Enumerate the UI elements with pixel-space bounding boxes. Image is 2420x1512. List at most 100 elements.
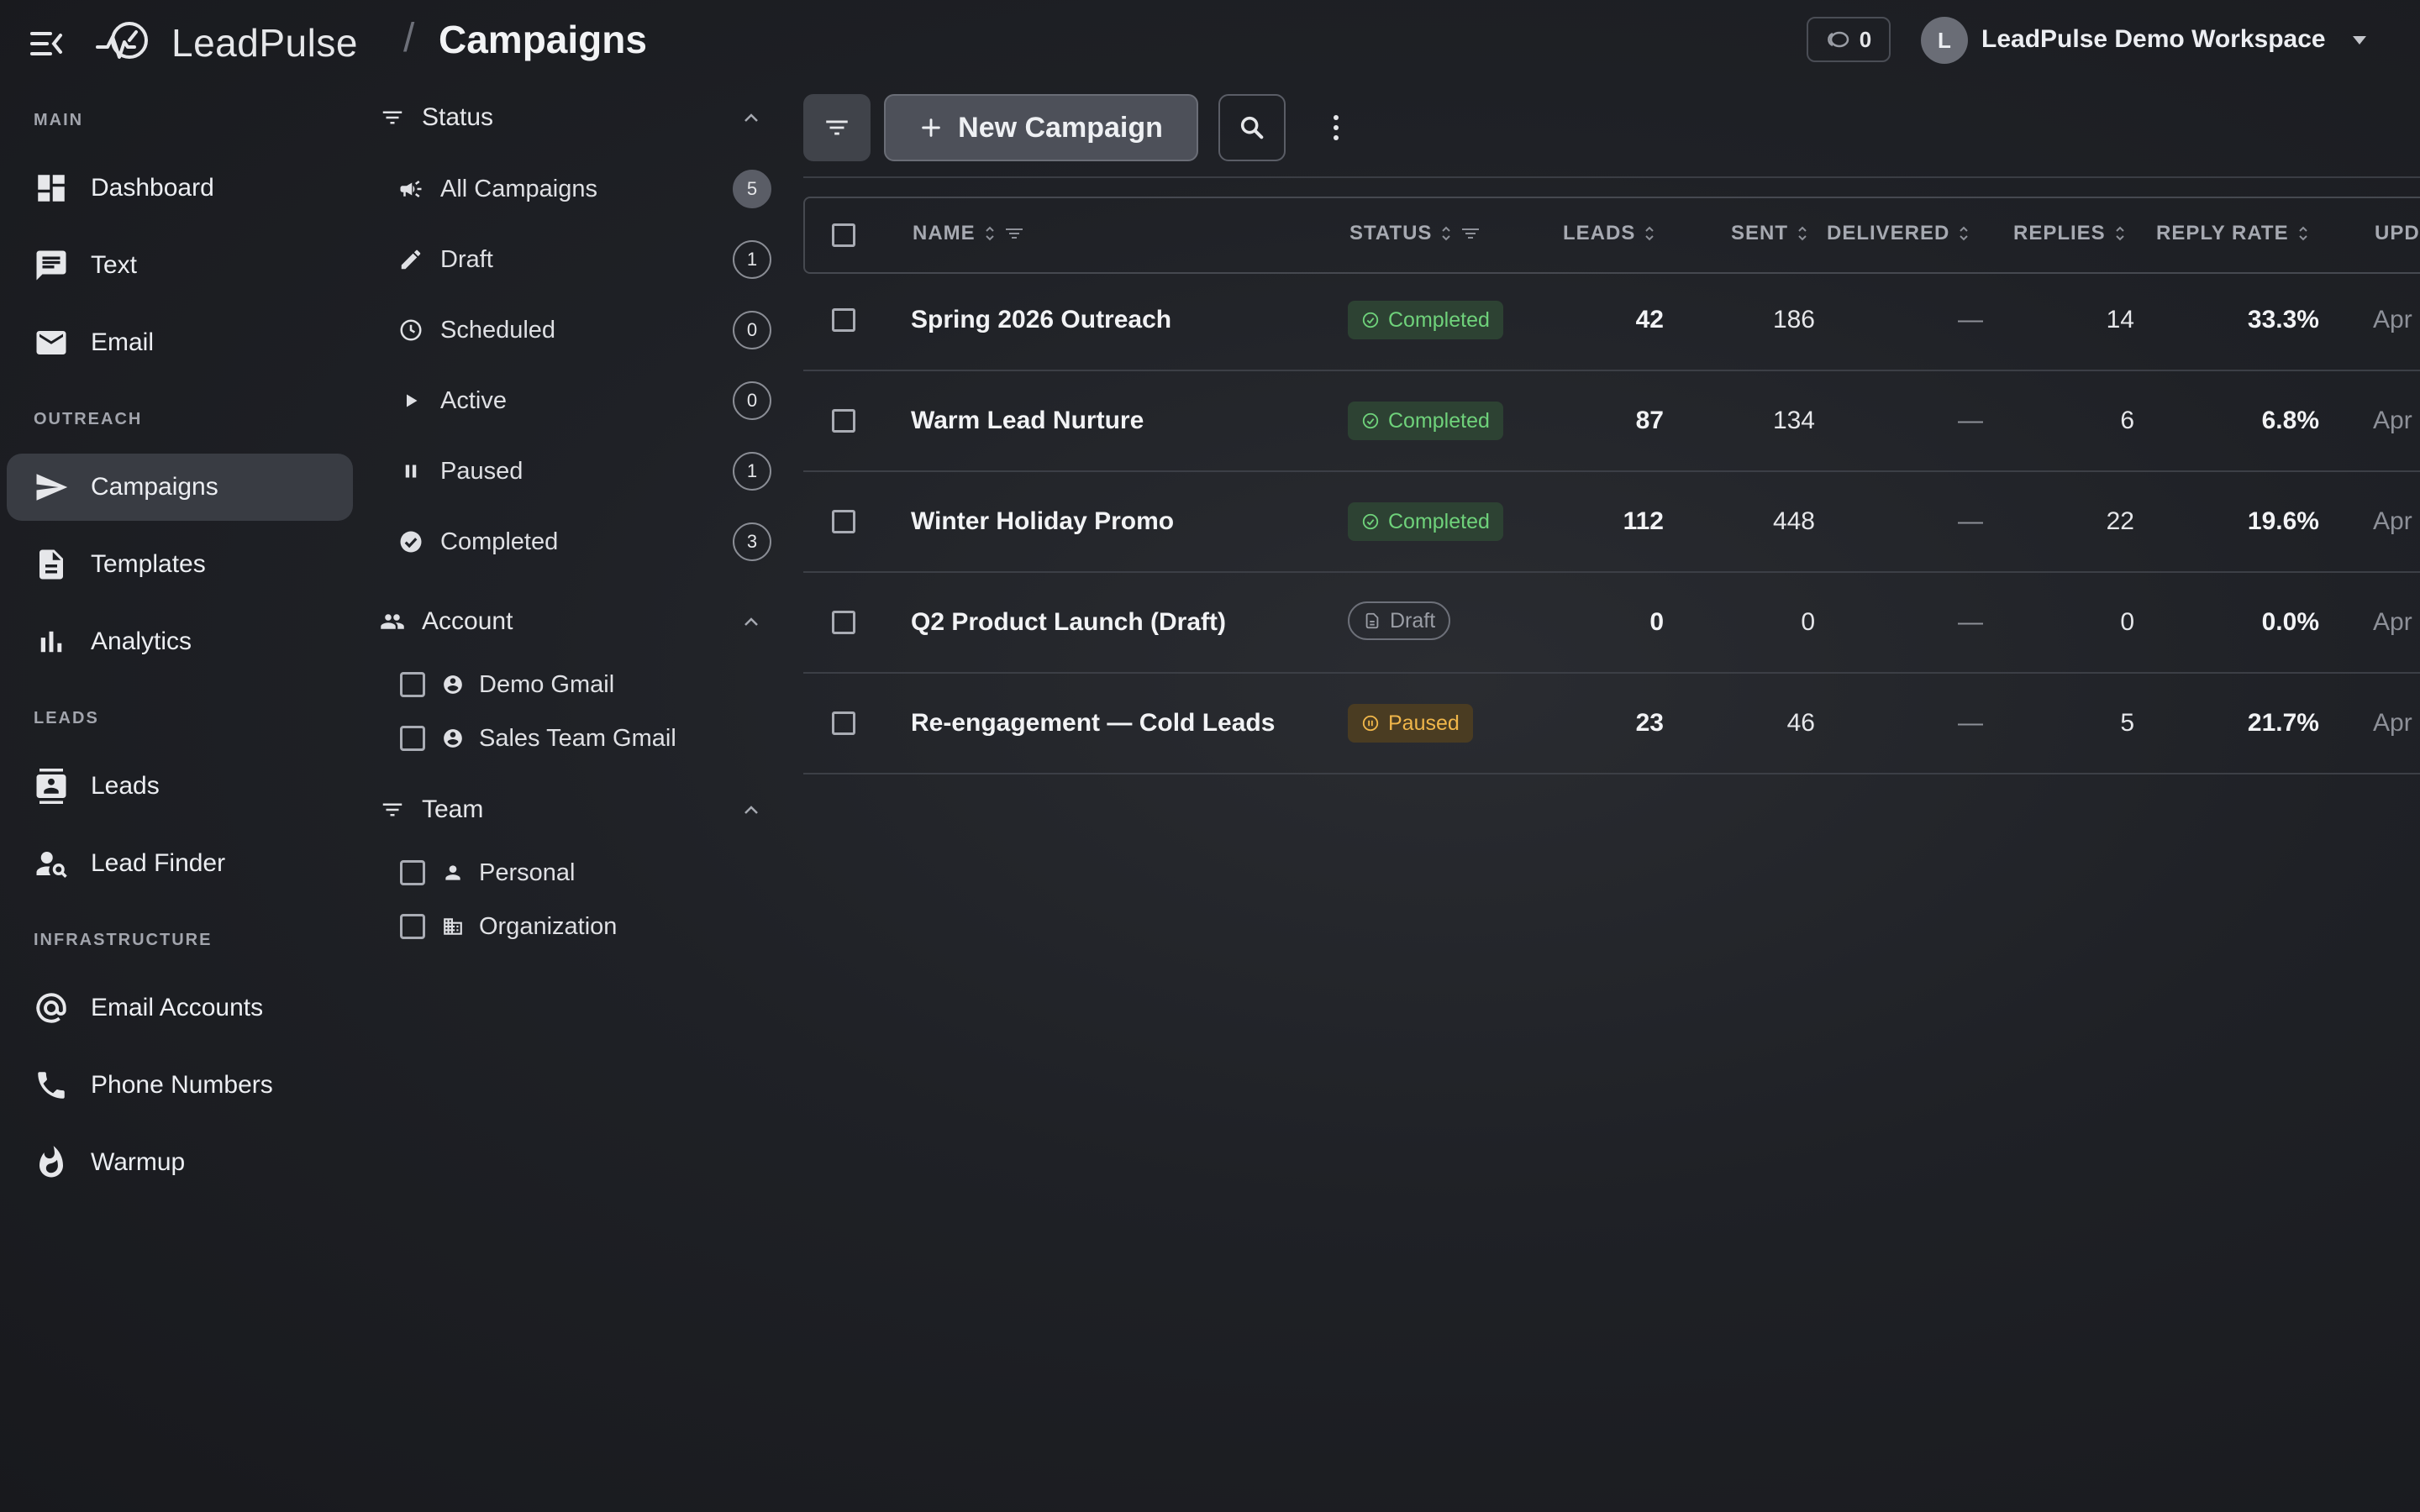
chevron-up-icon[interactable]	[741, 615, 761, 628]
column-header-name[interactable]: NAME	[913, 222, 1024, 245]
row-checkbox[interactable]	[832, 711, 855, 735]
sort-icon[interactable]	[2114, 224, 2126, 243]
updated-date: Apr	[2373, 407, 2412, 434]
status-badge: Paused	[1348, 704, 1473, 743]
campaign-name[interactable]: Winter Holiday Promo	[911, 507, 1174, 536]
more-vertical-icon[interactable]	[1324, 113, 1348, 143]
replies-count: 5	[2120, 709, 2134, 737]
row-checkbox[interactable]	[832, 510, 855, 533]
dashboard-icon	[34, 171, 69, 206]
replies-count: 0	[2120, 608, 2134, 636]
team-filter-label: Personal	[479, 858, 576, 886]
row-checkbox[interactable]	[832, 409, 855, 433]
count-badge: 5	[733, 170, 771, 208]
credits-count: 0	[1859, 26, 1872, 52]
sidebar-item-lead-finder[interactable]: Lead Finder	[7, 830, 353, 897]
check-circle-outline-icon	[1361, 512, 1380, 531]
sort-icon[interactable]	[1644, 224, 1655, 243]
delivered-count: —	[1958, 507, 1983, 535]
column-header-leads[interactable]: LEADS	[1563, 222, 1655, 245]
status-filter-draft[interactable]: Draft 1	[398, 234, 771, 285]
row-checkbox[interactable]	[832, 611, 855, 634]
column-header-status[interactable]: STATUS	[1349, 222, 1481, 245]
workspace-selector[interactable]: LeadPulse Demo Workspace	[1981, 25, 2326, 54]
bar-chart-icon	[34, 624, 69, 659]
account-filter-sales-team-gmail[interactable]: Sales Team Gmail	[400, 717, 770, 759]
campaign-name[interactable]: Q2 Product Launch (Draft)	[911, 608, 1226, 637]
column-filter-icon[interactable]	[1460, 225, 1481, 242]
filter-section-status[interactable]: Status	[380, 97, 775, 139]
checkbox[interactable]	[400, 914, 425, 939]
team-filter-organization[interactable]: Organization	[400, 906, 770, 948]
avatar[interactable]: L	[1921, 17, 1968, 64]
sidebar-item-label: Text	[91, 251, 138, 279]
filter-section-team[interactable]: Team	[380, 789, 775, 831]
column-header-reply-rate[interactable]: REPLY RATE	[2156, 222, 2309, 245]
column-header-updated[interactable]: UPD	[2375, 222, 2420, 245]
section-label-main: MAIN	[34, 111, 84, 129]
team-filter-personal[interactable]: Personal	[400, 852, 770, 894]
chevron-up-icon[interactable]	[741, 111, 761, 124]
credits-badge[interactable]: 0	[1807, 17, 1891, 62]
sidebar-item-label: Lead Finder	[91, 849, 226, 877]
document-icon	[34, 547, 69, 582]
coins-icon	[1826, 31, 1849, 48]
sidebar-item-analytics[interactable]: Analytics	[7, 608, 353, 675]
plus-icon	[919, 116, 943, 139]
search-button[interactable]	[1218, 94, 1286, 161]
sidebar-item-leads[interactable]: Leads	[7, 753, 353, 820]
status-filter-paused[interactable]: Paused 1	[398, 446, 771, 496]
status-filter-completed[interactable]: Completed 3	[398, 517, 771, 567]
checkbox[interactable]	[400, 860, 425, 885]
status-badge: Completed	[1348, 301, 1503, 339]
campaign-name[interactable]: Warm Lead Nurture	[911, 407, 1144, 435]
column-header-sent[interactable]: SENT	[1731, 222, 1808, 245]
sort-icon[interactable]	[984, 224, 996, 243]
sort-icon[interactable]	[1797, 224, 1808, 243]
sidebar-item-email-accounts[interactable]: Email Accounts	[7, 974, 353, 1042]
caret-down-icon[interactable]	[2349, 34, 2370, 47]
sidebar-item-templates[interactable]: Templates	[7, 531, 353, 598]
campaign-name[interactable]: Re-engagement — Cold Leads	[911, 709, 1275, 738]
status-filter-all-campaigns[interactable]: All Campaigns 5	[398, 164, 771, 214]
sent-count: 134	[1772, 407, 1815, 434]
sidebar-item-warmup[interactable]: Warmup	[7, 1129, 353, 1196]
sidebar-item-email[interactable]: Email	[7, 309, 353, 376]
chevron-up-icon[interactable]	[741, 803, 761, 816]
checkbox[interactable]	[400, 726, 425, 751]
sent-count: 46	[1786, 709, 1815, 737]
checkbox[interactable]	[400, 672, 425, 697]
toggle-filters-button[interactable]	[803, 94, 871, 161]
account-filter-label: Demo Gmail	[479, 670, 615, 698]
updated-date: Apr	[2373, 608, 2412, 636]
status-filter-scheduled[interactable]: Scheduled 0	[398, 305, 771, 355]
account-filter-demo-gmail[interactable]: Demo Gmail	[400, 664, 770, 706]
sidebar-item-text[interactable]: Text	[7, 232, 353, 299]
filter-section-account[interactable]: Account	[380, 601, 775, 643]
sidebar-item-dashboard[interactable]: Dashboard	[7, 155, 353, 222]
sidebar-item-campaigns[interactable]: Campaigns	[7, 454, 353, 521]
leads-count: 87	[1635, 407, 1664, 434]
menu-toggle-icon[interactable]	[30, 29, 64, 59]
person-icon	[442, 862, 464, 884]
reply-rate: 6.8%	[2261, 407, 2319, 434]
column-filter-icon[interactable]	[1004, 225, 1024, 242]
sidebar-item-label: Campaigns	[91, 473, 218, 501]
sidebar-item-label: Dashboard	[91, 174, 214, 202]
sort-icon[interactable]	[2297, 224, 2309, 243]
column-header-delivered[interactable]: DELIVERED	[1827, 222, 1970, 245]
filter-section-title: Status	[422, 103, 494, 131]
campaign-name[interactable]: Spring 2026 Outreach	[911, 306, 1171, 334]
sort-icon[interactable]	[1958, 224, 1970, 243]
new-campaign-button[interactable]: New Campaign	[884, 94, 1198, 161]
status-badge: Completed	[1348, 402, 1503, 440]
sidebar-item-phone-numbers[interactable]: Phone Numbers	[7, 1052, 353, 1119]
check-circle-outline-icon	[1361, 412, 1380, 430]
row-checkbox[interactable]	[832, 308, 855, 332]
sort-icon[interactable]	[1440, 224, 1452, 243]
select-all-checkbox[interactable]	[832, 223, 855, 247]
filter-lines-icon	[380, 105, 405, 130]
status-filter-active[interactable]: Active 0	[398, 375, 771, 426]
column-header-replies[interactable]: REPLIES	[2013, 222, 2126, 245]
filter-lines-icon	[823, 113, 851, 142]
